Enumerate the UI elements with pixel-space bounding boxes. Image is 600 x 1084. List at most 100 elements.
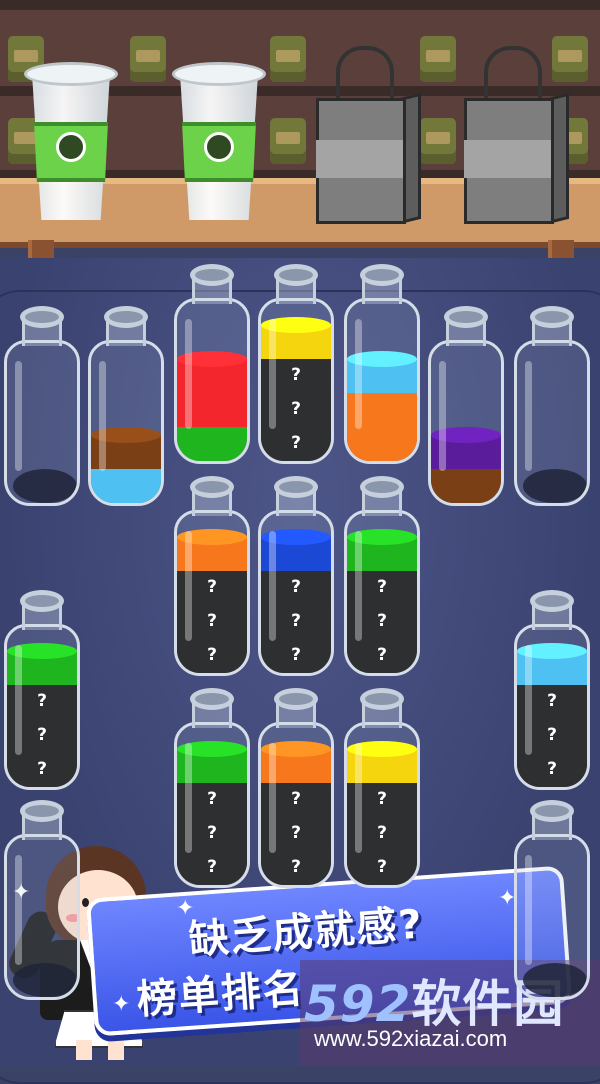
unknown-mark: ? (207, 857, 217, 877)
unknown-mark: ? (377, 645, 387, 665)
unknown-mark: ? (377, 857, 387, 877)
sparkle-star-icon: ✦ (112, 992, 131, 1017)
sparkle-star-icon: ✦ (176, 896, 195, 921)
bottle-10[interactable]: ??? (344, 476, 420, 676)
order-cup[interactable] (172, 62, 266, 220)
bottle-5[interactable] (344, 264, 420, 464)
liquid-layer-skyblue (517, 651, 587, 685)
watermark-url: www.592xiazai.com (314, 1026, 508, 1051)
unknown-mark: ? (547, 725, 557, 745)
unknown-mark: ? (37, 759, 47, 779)
bottle-1[interactable] (4, 306, 80, 506)
unknown-mark: ? (291, 399, 301, 419)
bottle-8[interactable]: ??? (174, 476, 250, 676)
hidden-layer: ? (347, 783, 417, 817)
liquid-layer-skyblue (91, 469, 161, 503)
hidden-layer: ? (261, 393, 331, 427)
shopping-bag-icon[interactable] (464, 46, 569, 224)
hidden-layer: ? (261, 427, 331, 461)
hidden-layer: ? (261, 817, 331, 851)
bottle-15[interactable]: ??? (344, 688, 420, 888)
hidden-layer: ? (177, 851, 247, 885)
shopping-bag-icon[interactable] (316, 46, 421, 224)
unknown-mark: ? (291, 823, 301, 843)
matcha-bowl-icon (204, 132, 234, 162)
bottle-2[interactable] (88, 306, 164, 506)
banner-line-2: 榜单排名 (135, 965, 307, 1024)
liquid-layer-red (177, 359, 247, 393)
unknown-mark: ? (291, 857, 301, 877)
banner-line-1: 缺乏成就感? (187, 901, 426, 964)
liquid-layer-red (177, 393, 247, 427)
hidden-layer: ? (261, 783, 331, 817)
unknown-mark: ? (377, 611, 387, 631)
hidden-layer: ? (177, 639, 247, 673)
unknown-mark: ? (207, 577, 217, 597)
liquid-layer-yellow (347, 749, 417, 783)
unknown-mark: ? (207, 789, 217, 809)
hidden-layer: ? (177, 817, 247, 851)
hidden-layer: ? (261, 605, 331, 639)
bottle-14[interactable]: ??? (258, 688, 334, 888)
bottle-9[interactable]: ??? (258, 476, 334, 676)
hidden-layer: ? (261, 359, 331, 393)
bottle-13[interactable]: ??? (174, 688, 250, 888)
unknown-mark: ? (291, 611, 301, 631)
hidden-layer: ? (261, 639, 331, 673)
hidden-layer: ? (7, 719, 77, 753)
unknown-mark: ? (547, 691, 557, 711)
hidden-layer: ? (347, 851, 417, 885)
unknown-mark: ? (291, 433, 301, 453)
liquid-layer-brown (91, 435, 161, 469)
liquid-layer-orange (177, 537, 247, 571)
unknown-mark: ? (377, 789, 387, 809)
liquid-layer-brown (431, 469, 501, 503)
hidden-layer: ? (177, 571, 247, 605)
hidden-layer: ? (347, 639, 417, 673)
bottle-16[interactable] (4, 800, 80, 1000)
watermark-number: 592 (304, 975, 412, 1033)
bottle-12[interactable]: ??? (514, 590, 590, 790)
hidden-layer: ? (517, 719, 587, 753)
unknown-mark: ? (291, 577, 301, 597)
hidden-layer: ? (517, 753, 587, 787)
unknown-mark: ? (547, 759, 557, 779)
hidden-layer: ? (261, 571, 331, 605)
unknown-mark: ? (291, 789, 301, 809)
matcha-bowl-icon (56, 132, 86, 162)
hidden-layer: ? (177, 605, 247, 639)
bottle-4[interactable]: ??? (258, 264, 334, 464)
bottle-7[interactable] (514, 306, 590, 506)
bottle-6[interactable] (428, 306, 504, 506)
order-cup[interactable] (24, 62, 118, 220)
hidden-layer: ? (177, 783, 247, 817)
unknown-mark: ? (377, 577, 387, 597)
hidden-layer: ? (7, 753, 77, 787)
hidden-layer: ? (261, 851, 331, 885)
unknown-mark: ? (207, 611, 217, 631)
bottle-11[interactable]: ??? (4, 590, 80, 790)
bottle-17[interactable] (514, 800, 590, 1000)
liquid-layer-green (7, 651, 77, 685)
liquid-layer-orange (347, 427, 417, 461)
unknown-mark: ? (377, 823, 387, 843)
liquid-layer-green (177, 749, 247, 783)
liquid-layer-blue (261, 537, 331, 571)
hidden-layer: ? (517, 685, 587, 719)
liquid-layer-purple (431, 435, 501, 469)
unknown-mark: ? (291, 645, 301, 665)
hidden-layer: ? (347, 571, 417, 605)
unknown-mark: ? (37, 725, 47, 745)
bottle-3[interactable] (174, 264, 250, 464)
unknown-mark: ? (291, 365, 301, 385)
liquid-layer-yellow (261, 325, 331, 359)
liquid-layer-green (347, 537, 417, 571)
hidden-layer: ? (7, 685, 77, 719)
liquid-layer-skyblue (347, 359, 417, 393)
unknown-mark: ? (37, 691, 47, 711)
liquid-layer-orange (347, 393, 417, 427)
liquid-layer-green (177, 427, 247, 461)
hidden-layer: ? (347, 817, 417, 851)
hidden-layer: ? (347, 605, 417, 639)
unknown-mark: ? (207, 645, 217, 665)
